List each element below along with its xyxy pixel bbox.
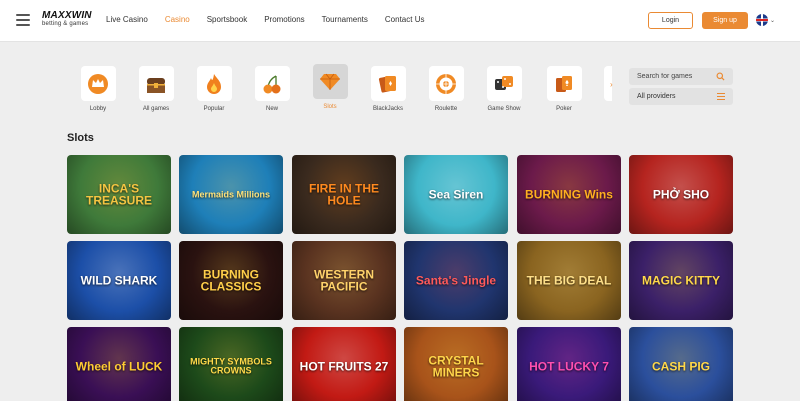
diamond-icon (312, 64, 348, 99)
category-label: Game Show (487, 106, 521, 112)
header: MAXXWIN betting & games Live Casino Casi… (0, 0, 800, 42)
game-title: HOT LUCKY 7 (529, 359, 609, 374)
game-tile[interactable]: Mermaids Millions (179, 155, 283, 234)
game-title: WESTERN PACIFIC (314, 266, 374, 294)
chest-icon (138, 66, 174, 101)
dice-icon (486, 66, 522, 101)
section-title: Slots (67, 132, 94, 144)
game-title: INCA'S TREASURE (85, 180, 152, 208)
filter-icon (717, 93, 725, 100)
game-tile[interactable]: CASH PIG (629, 327, 733, 401)
game-title: CRYSTAL MINERS (428, 352, 484, 380)
category-label: Roulette (434, 106, 458, 112)
category-label: BlackJacks (372, 106, 403, 112)
nav-live-casino[interactable]: Live Casino (106, 15, 148, 24)
game-title: HOT FRUITS 27 (299, 359, 389, 374)
category-new[interactable]: New (246, 66, 298, 112)
game-tile[interactable]: CRYSTAL MINERS (404, 327, 508, 401)
category-lobby[interactable]: Lobby (72, 66, 124, 112)
login-button[interactable]: Login (648, 12, 693, 29)
game-title: Santa's Jingle (415, 273, 497, 288)
providers-label: All providers (637, 93, 676, 100)
category-blackjacks[interactable]: BlackJacks (362, 66, 414, 112)
logo-sub: betting & games (42, 21, 89, 27)
category-all-games[interactable]: All games (130, 66, 182, 112)
category-label: Poker (556, 106, 572, 112)
uk-flag-icon[interactable] (756, 14, 768, 26)
game-title: Sea Siren (428, 187, 484, 202)
game-title: MAGIC KITTY (642, 273, 720, 288)
game-tile[interactable]: WESTERN PACIFIC (292, 241, 396, 320)
chevron-down-icon[interactable]: ⌄ (770, 17, 775, 24)
menu-icon[interactable] (16, 14, 30, 26)
game-title: CASH PIG (651, 359, 710, 374)
cards-icon (370, 66, 406, 101)
providers-dropdown[interactable]: All providers (629, 88, 733, 105)
game-tile[interactable]: INCA'S TREASURE (67, 155, 171, 234)
game-tile[interactable]: WILD SHARK (67, 241, 171, 320)
game-tile[interactable]: Wheel of LUCK (67, 327, 171, 401)
category-label: Lobby (89, 106, 107, 112)
game-tile[interactable]: BURNING Wins (517, 155, 621, 234)
roulette-icon (428, 66, 464, 101)
game-tile[interactable]: THE BIG DEAL (517, 241, 621, 320)
chevron-right-icon[interactable]: › (610, 80, 613, 89)
category-label: Popular (203, 106, 225, 112)
fire-icon (196, 66, 232, 101)
category-label: New (265, 106, 278, 112)
game-title: BURNING Wins (525, 187, 613, 202)
game-tile[interactable]: BURNING CLASSICS (179, 241, 283, 320)
nav-promotions[interactable]: Promotions (264, 15, 304, 24)
game-tile[interactable]: MIGHTY SYMBOLS CROWNS (179, 327, 283, 401)
signup-button[interactable]: Sign up (702, 12, 748, 29)
nav-tournaments[interactable]: Tournaments (322, 15, 368, 24)
category-slots[interactable]: Slots (304, 64, 356, 110)
main-nav: Live Casino Casino Sportsbook Promotions… (106, 15, 441, 24)
game-tile[interactable]: FIRE IN THE HOLE (292, 155, 396, 234)
game-title: WILD SHARK (80, 273, 158, 288)
cherries-icon (254, 66, 290, 101)
category-roulette[interactable]: Roulette (420, 66, 472, 112)
crown-icon (80, 66, 116, 101)
game-tile[interactable]: Sea Siren (404, 155, 508, 234)
category-popular[interactable]: Popular (188, 66, 240, 112)
category-label: All games (142, 106, 170, 112)
category-label: Slots (323, 104, 337, 110)
logo-main: MAXXWIN (42, 10, 92, 21)
game-tile[interactable]: PHỞ SHO (629, 155, 733, 234)
game-title: Mermaids Millions (191, 188, 271, 199)
game-title: MIGHTY SYMBOLS CROWNS (190, 356, 272, 376)
game-tile[interactable]: HOT LUCKY 7 (517, 327, 621, 401)
game-title: Wheel of LUCK (75, 359, 163, 374)
game-title: FIRE IN THE HOLE (308, 180, 379, 208)
logo[interactable]: MAXXWIN betting & games (42, 11, 94, 31)
category-game-show[interactable]: Game Show (478, 66, 530, 112)
category-poker[interactable]: Poker (538, 66, 590, 112)
game-title: BURNING CLASSICS (200, 266, 262, 294)
game-title: PHỞ SHO (652, 187, 710, 202)
game-title: THE BIG DEAL (526, 273, 612, 288)
game-tile[interactable]: MAGIC KITTY (629, 241, 733, 320)
search-icon[interactable] (716, 72, 725, 81)
game-tile[interactable]: Santa's Jingle (404, 241, 508, 320)
nav-casino[interactable]: Casino (165, 15, 190, 24)
poker-cards-icon (546, 66, 582, 101)
nav-contact-us[interactable]: Contact Us (385, 15, 425, 24)
game-tile[interactable]: HOT FRUITS 27 (292, 327, 396, 401)
nav-sportsbook[interactable]: Sportsbook (207, 15, 247, 24)
